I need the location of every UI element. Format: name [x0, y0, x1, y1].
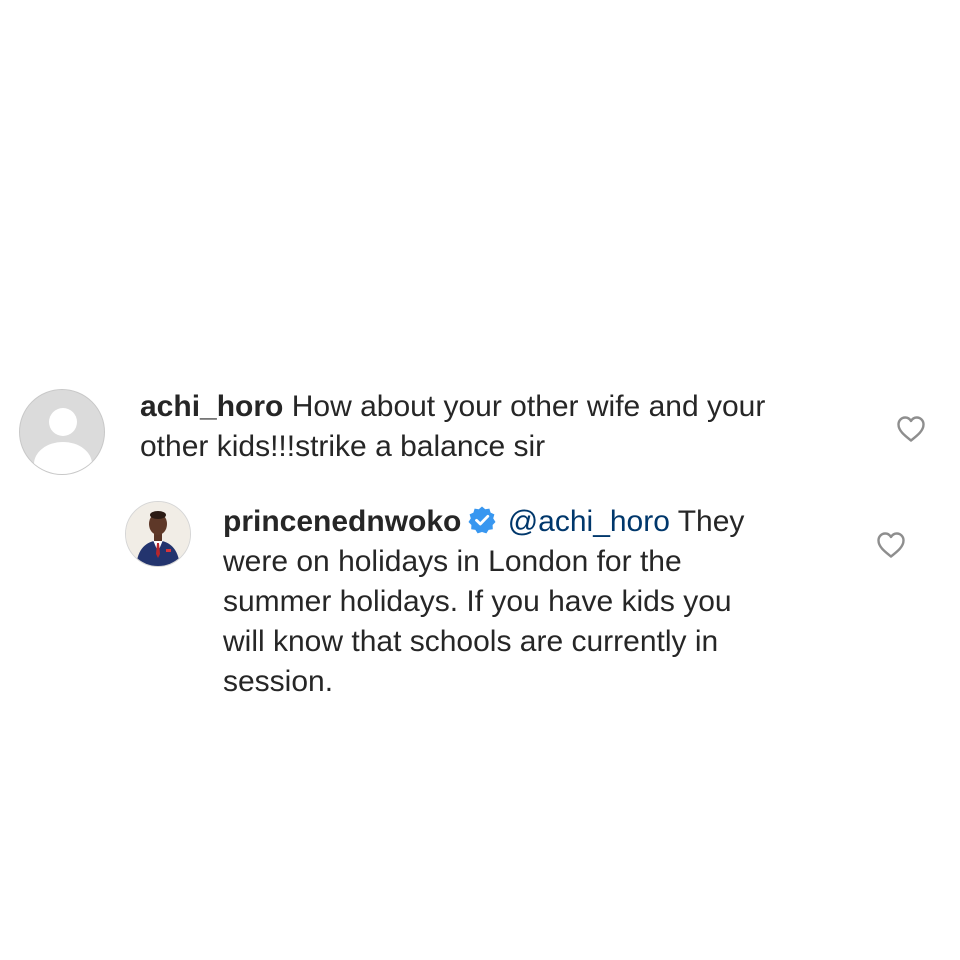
comment-2-username[interactable]: princenednwoko	[223, 505, 461, 538]
mention-link[interactable]: @achi_horo	[508, 505, 670, 538]
profile-photo-avatar[interactable]	[125, 501, 191, 567]
profile-photo	[126, 502, 190, 566]
verified-badge-icon	[468, 506, 496, 534]
comment-1: achi_horo How about your other wife and …	[140, 387, 765, 467]
heart-outline-icon[interactable]	[876, 531, 906, 559]
heart-outline-icon[interactable]	[896, 415, 926, 443]
avatar-head-shape	[49, 408, 77, 436]
comment-2: princenednwoko @achi_horo They were on h…	[223, 502, 744, 702]
default-avatar-icon[interactable]	[19, 389, 105, 475]
comment-1-text-line-1: How about your other wife and your	[291, 390, 766, 423]
comment-2-text-line-3: summer holidays. If you have kids you	[223, 585, 732, 618]
comment-2-text-line-2: were on holidays in London for the	[223, 545, 682, 578]
comment-1-username[interactable]: achi_horo	[140, 390, 283, 423]
comment-1-text-line-2: other kids!!!strike a balance sir	[140, 430, 546, 463]
comment-2-text-line-5: session.	[223, 665, 334, 698]
comment-2-text-line-4: will know that schools are currently in	[223, 625, 719, 658]
avatar-body-shape	[34, 442, 92, 474]
comment-2-text-line-1: They	[677, 505, 745, 538]
comments-screen: achi_horo How about your other wife and …	[0, 0, 960, 960]
